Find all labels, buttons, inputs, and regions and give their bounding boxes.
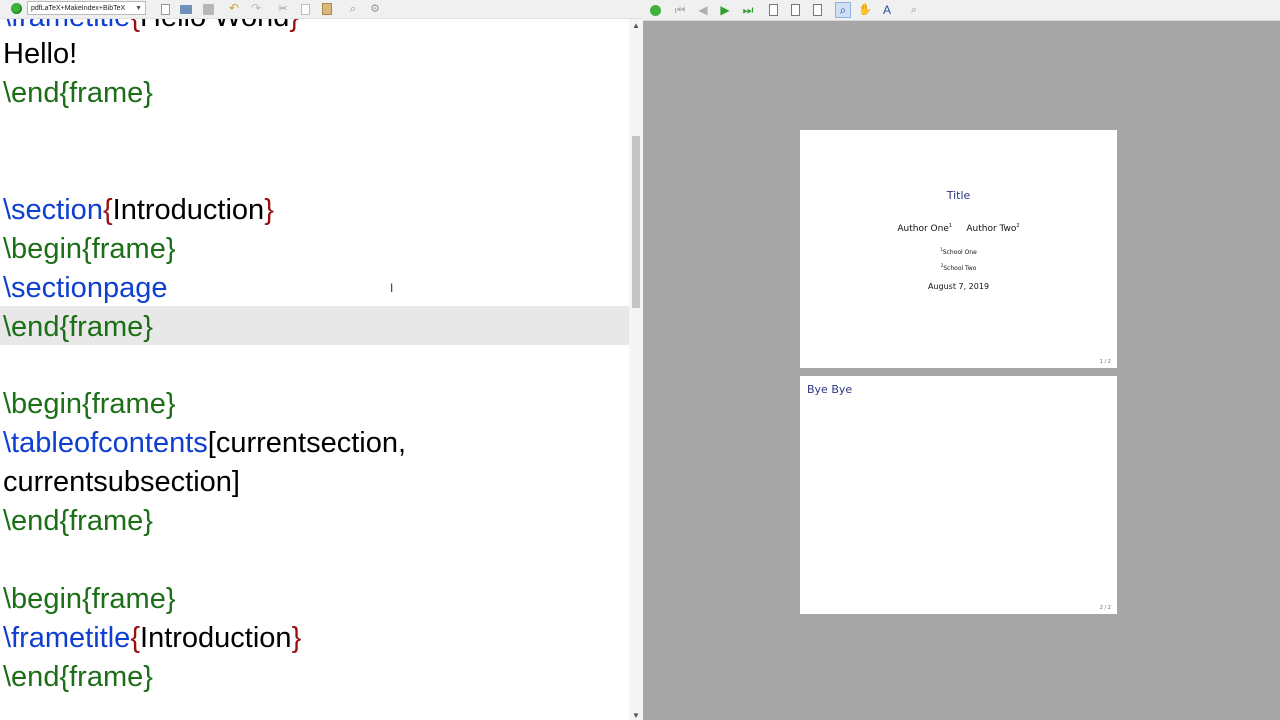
text-select-icon[interactable]: A	[880, 3, 894, 17]
code-line[interactable]: \sectionpage	[3, 269, 167, 308]
editor-scrollbar[interactable]: ▲ ▼	[629, 19, 643, 720]
slide-page-number: 1 / 2	[1099, 359, 1111, 365]
redo-icon[interactable]: ↷	[249, 1, 263, 15]
scroll-down-icon[interactable]: ▼	[632, 711, 640, 720]
pdf-page-1[interactable]: Title Author One1 Author Two2 1School On…	[800, 130, 1117, 368]
find-icon[interactable]: ⌕	[346, 2, 360, 16]
copy-icon[interactable]	[298, 2, 312, 16]
run-icon[interactable]	[11, 3, 22, 14]
first-page-icon[interactable]: ⏮	[673, 3, 687, 17]
code-line[interactable]: \frametitle{Introduction}	[3, 619, 301, 658]
cut-icon[interactable]: ✂	[276, 2, 290, 16]
last-page-icon[interactable]: ⏭	[741, 3, 755, 17]
save-icon[interactable]	[201, 2, 215, 16]
new-file-icon[interactable]	[158, 2, 172, 16]
slide-date: August 7, 2019	[927, 282, 990, 291]
slide-page-number: 2 / 2	[1099, 605, 1111, 611]
compiler-select-value: pdfLaTeX+MakeIndex+BibTeX	[31, 5, 126, 12]
slide-frametitle: Bye Bye	[807, 383, 853, 396]
viewer-toolbar: ⏮ ◀ ▶ ⏭ ⌕ ✋ A ⌕	[643, 0, 1280, 21]
editor-toolbar: pdfLaTeX+MakeIndex+BibTeX ▼ ↶ ↷ ✂ ⌕ ⚙	[0, 0, 643, 19]
pdf-preview[interactable]: Title Author One1 Author Two2 1School On…	[643, 21, 1280, 720]
source-editor[interactable]: \frametitle{Hello World} Hello! \end{fra…	[0, 19, 629, 720]
code-line[interactable]: \end{frame}	[3, 74, 153, 113]
paste-icon[interactable]	[320, 2, 334, 16]
code-line[interactable]: currentsubsection]	[3, 463, 240, 502]
code-line[interactable]: \end{frame}	[3, 308, 153, 347]
scroll-up-icon[interactable]: ▲	[632, 21, 640, 30]
find-in-pdf-icon[interactable]: ⌕	[907, 3, 921, 17]
slide-authors: Author One1 Author Two2	[897, 223, 1020, 234]
slide-institute-1: 1School One	[940, 247, 977, 256]
next-page-icon[interactable]: ▶	[718, 3, 732, 17]
undo-icon[interactable]: ↶	[227, 1, 241, 15]
fit-page-icon[interactable]	[810, 3, 824, 17]
double-page-icon[interactable]	[788, 3, 802, 17]
open-folder-icon[interactable]	[179, 2, 193, 16]
zoom-icon[interactable]: ⌕	[835, 2, 851, 18]
slide-institute-2: 2School Two	[940, 263, 977, 272]
compiler-select[interactable]: pdfLaTeX+MakeIndex+BibTeX ▼	[27, 1, 146, 15]
text-cursor-icon: I	[390, 281, 394, 295]
pdf-page-2[interactable]: Bye Bye 2 / 2	[800, 376, 1117, 614]
code-line[interactable]: \begin{frame}	[3, 230, 176, 269]
code-line[interactable]: \end{frame}	[3, 502, 153, 541]
code-line[interactable]: Hello!	[3, 35, 77, 74]
code-line[interactable]: \section{Introduction}	[3, 191, 274, 230]
previous-page-icon[interactable]: ◀	[696, 3, 710, 17]
chevron-down-icon: ▼	[135, 5, 142, 12]
slide-title: Title	[946, 189, 971, 202]
code-line[interactable]: \begin{frame}	[3, 385, 176, 424]
scrollbar-thumb[interactable]	[632, 136, 640, 308]
refresh-icon[interactable]	[648, 3, 662, 17]
single-page-icon[interactable]	[766, 3, 780, 17]
code-line[interactable]: \tableofcontents[currentsection,	[3, 424, 406, 463]
code-line[interactable]: \end{frame}	[3, 658, 153, 697]
hand-tool-icon[interactable]: ✋	[858, 3, 872, 17]
code-line[interactable]: \begin{frame}	[3, 580, 176, 619]
replace-icon[interactable]: ⚙	[368, 2, 382, 16]
